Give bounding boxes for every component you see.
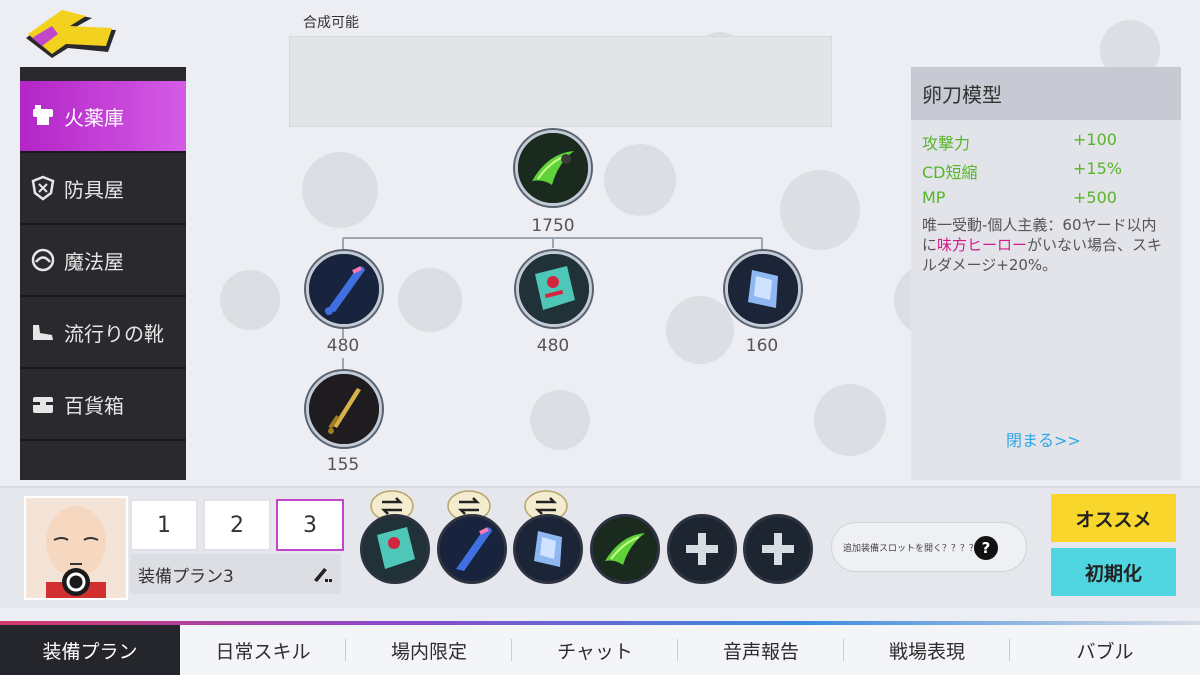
tab-label: 戦場表現 — [888, 640, 965, 663]
shoes-icon — [33, 325, 53, 340]
passive-description: 唯一受動-個人主義：60ヤード以内に味方ヒーローがいない場合、スキルダメージ+2… — [922, 215, 1170, 275]
tab-label: 日常スキル — [215, 640, 311, 663]
sidebar-item-treasure-box[interactable]: 百貨箱 — [20, 369, 186, 441]
edit-icon[interactable] — [311, 564, 333, 584]
plan-name-text: 装備プラン3 — [138, 566, 234, 587]
plus-icon — [762, 533, 794, 565]
treasure-box-icon — [33, 397, 53, 413]
stat-value-mp: +500 — [1073, 188, 1117, 207]
death-book-icon — [363, 517, 427, 581]
recipe-child-item[interactable] — [306, 251, 382, 327]
golden-sword-icon — [309, 374, 379, 444]
tab-voice-report[interactable]: 音声報告 — [678, 625, 844, 675]
tab-in-match-only[interactable]: 場内限定 — [346, 625, 512, 675]
sidebar-item-label: 火薬庫 — [64, 105, 124, 130]
blue-crystal-icon — [516, 517, 580, 581]
passive-highlight: 味方ヒーロー — [937, 236, 1028, 254]
hero-portrait-icon — [26, 498, 126, 598]
item-detail-panel: 卵刀模型 攻撃力 +100 CD短縮 +15% MP +500 唯一受動-個人主… — [911, 67, 1181, 480]
sidebar-item-label: 魔法屋 — [64, 249, 124, 274]
root-item-price: 1750 — [531, 216, 575, 236]
combinable-label: 合成可能 — [303, 15, 359, 31]
recipe-child-item[interactable] — [516, 251, 592, 327]
tab-battle-expression[interactable]: 戦場表現 — [844, 625, 1010, 675]
equip-slot-3[interactable] — [513, 514, 583, 584]
grandchild-item-price: 155 — [326, 455, 360, 475]
weapon-shop-icon — [33, 105, 53, 125]
tab-chat[interactable]: チャット — [512, 625, 678, 675]
close-detail-link[interactable]: 閉まる>> — [1006, 427, 1081, 451]
recommend-button[interactable]: オススメ — [1051, 494, 1176, 542]
sidebar-item-weapon-shop[interactable]: 火薬庫 — [20, 81, 186, 153]
recipe-grandchild-item[interactable] — [306, 371, 382, 447]
equip-slot-2[interactable] — [437, 514, 507, 584]
sidebar-item-label: 防具屋 — [64, 177, 124, 202]
tab-equip-plan[interactable]: 装備プラン — [0, 625, 180, 675]
tab-label: 装備プラン — [42, 640, 138, 663]
recipe-root-item[interactable] — [515, 130, 591, 206]
sidebar-item-label: 百貨箱 — [64, 393, 124, 418]
plus-icon — [686, 533, 718, 565]
bottom-tab-bar: 装備プラン 日常スキル 場内限定 チャット 音声報告 戦場表現 バブル — [0, 625, 1200, 675]
sidebar-item-label: 流行りの靴 — [64, 321, 164, 346]
tab-label: 音声報告 — [722, 640, 799, 663]
equip-slot-6[interactable] — [743, 514, 813, 584]
blue-bat-icon — [309, 254, 379, 324]
hero-avatar[interactable] — [24, 496, 128, 600]
tab-bubble[interactable]: バブル — [1010, 625, 1200, 675]
stat-value-cooldown: +15% — [1073, 159, 1122, 178]
combinable-items-box — [289, 36, 832, 127]
shop-sidebar: 火薬庫 防具屋 魔法屋 流行りの靴 百貨箱 — [20, 67, 186, 480]
tab-label: バブル — [1076, 640, 1134, 663]
blue-crystal-icon — [728, 254, 798, 324]
equip-slot-4[interactable] — [590, 514, 660, 584]
item-detail-title: 卵刀模型 — [911, 67, 1181, 120]
armor-shop-icon — [31, 175, 55, 201]
open-extra-slot-button[interactable]: 追加装備スロットを開く？？？？ ? — [831, 522, 1027, 572]
stat-name-cooldown: CD短縮 — [922, 163, 978, 182]
back-logo-icon[interactable] — [22, 8, 122, 60]
sidebar-item-magic-shop[interactable]: 魔法屋 — [20, 225, 186, 297]
help-icon[interactable]: ? — [974, 536, 998, 560]
plan-button-3[interactable]: 3 — [276, 499, 344, 551]
plan-button-2[interactable]: 2 — [203, 499, 271, 551]
equip-slot-5[interactable] — [667, 514, 737, 584]
sidebar-item-shoes[interactable]: 流行りの靴 — [20, 297, 186, 369]
magic-shop-icon — [31, 248, 55, 272]
child-item-price: 480 — [326, 336, 360, 356]
plan-name-field[interactable]: 装備プラン3 — [130, 554, 341, 594]
stat-name-mp: MP — [922, 188, 946, 207]
reset-button[interactable]: 初期化 — [1051, 548, 1176, 596]
green-blade-icon — [593, 517, 657, 581]
child-item-price: 160 — [745, 336, 779, 356]
plan-button-1[interactable]: 1 — [130, 499, 198, 551]
recipe-child-item[interactable] — [725, 251, 801, 327]
tab-label: 場内限定 — [390, 640, 467, 663]
stat-name-attack: 攻撃力 — [922, 134, 971, 153]
death-book-icon — [519, 254, 589, 324]
green-blade-icon — [518, 133, 588, 203]
tab-daily-skill[interactable]: 日常スキル — [180, 625, 346, 675]
sidebar-item-armor-shop[interactable]: 防具屋 — [20, 153, 186, 225]
stat-value-attack: +100 — [1073, 130, 1117, 149]
child-item-price: 480 — [536, 336, 570, 356]
equip-slot-1[interactable] — [360, 514, 430, 584]
tab-label: チャット — [557, 640, 633, 663]
blue-bat-icon — [440, 517, 504, 581]
extra-slot-text: 追加装備スロットを開く？？？？ — [843, 543, 979, 554]
